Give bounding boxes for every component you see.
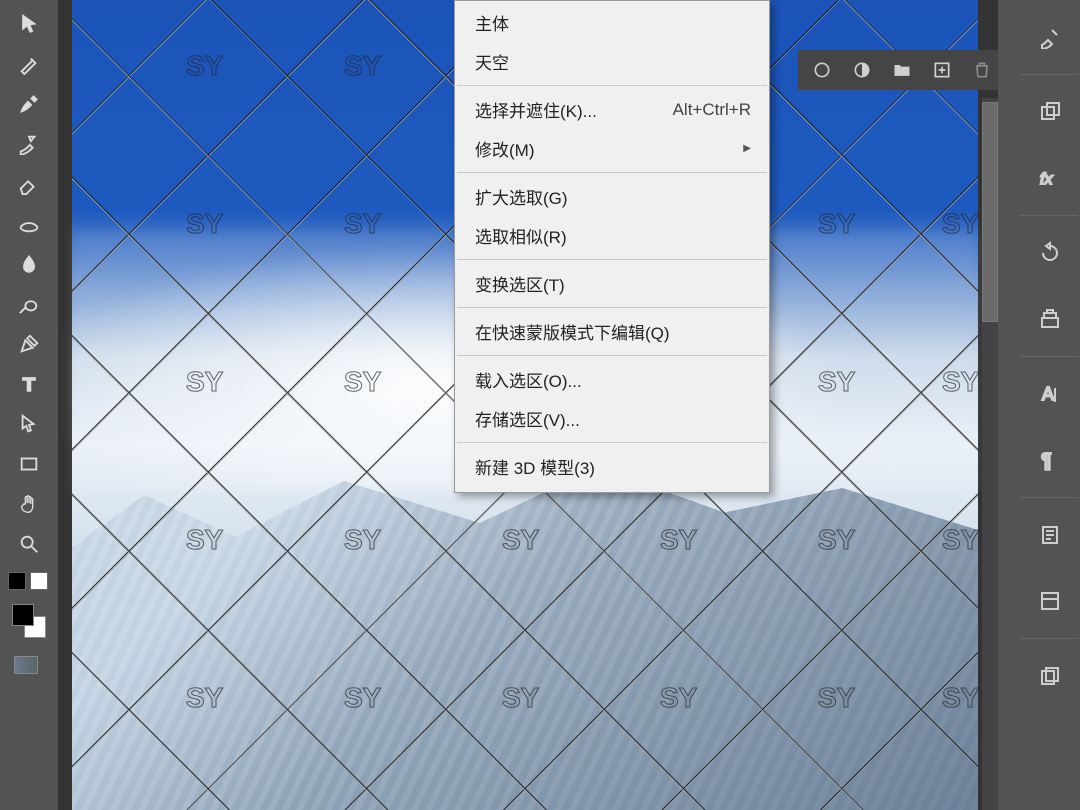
layers-panel-toolbar	[798, 50, 998, 90]
half-circle-icon[interactable]	[852, 60, 872, 80]
menu-grow[interactable]: 扩大选取(G)	[455, 177, 769, 216]
menu-item-shortcut: Alt+Ctrl+R	[673, 100, 751, 120]
menu-item-label: 选取相似(R)	[475, 223, 567, 248]
menu-item-label: 修改(M)	[475, 136, 534, 161]
properties-icon[interactable]	[1028, 580, 1072, 622]
pen-tool[interactable]	[8, 325, 50, 363]
new-layer-icon[interactable]	[932, 60, 952, 80]
watermark-text: SY	[502, 524, 539, 556]
fx-icon[interactable]: fx	[1028, 157, 1072, 199]
watermark-text: SY	[818, 682, 855, 714]
svg-text:A: A	[1042, 384, 1054, 404]
watermark-text: SY	[186, 682, 223, 714]
menu-similar[interactable]: 选取相似(R)	[455, 216, 769, 255]
brush-tool[interactable]	[8, 85, 50, 123]
history-brush-tool[interactable]	[8, 125, 50, 163]
menu-load-selection[interactable]: 载入选区(O)...	[455, 360, 769, 399]
menu-item-label: 在快速蒙版模式下编辑(Q)	[475, 319, 670, 344]
svg-text:¶: ¶	[1041, 450, 1052, 472]
paragraph-icon[interactable]: ¶	[1028, 439, 1072, 481]
menu-item-label: 新建 3D 模型(3)	[475, 454, 595, 479]
watermark-text: SY	[660, 682, 697, 714]
menu-item-label: 天空	[475, 49, 509, 74]
watermark-text: SY	[186, 208, 223, 240]
watermark-text: SY	[818, 524, 855, 556]
swatch-toggle[interactable]	[8, 572, 58, 590]
healing-brush-tool[interactable]	[8, 45, 50, 83]
foreground-background-colors[interactable]	[12, 604, 52, 644]
menu-item-label: 扩大选取(G)	[475, 184, 568, 209]
menu-transform-selection[interactable]: 变换选区(T)	[455, 264, 769, 303]
zoom-tool[interactable]	[8, 525, 50, 563]
move-tool[interactable]	[8, 5, 50, 43]
svg-text:fx: fx	[1040, 171, 1053, 188]
notes-icon[interactable]	[1028, 514, 1072, 556]
watermark-text: SY	[344, 366, 381, 398]
left-toolbar	[0, 0, 58, 810]
eraser-tool[interactable]	[8, 165, 50, 203]
watermark-text: SY	[186, 524, 223, 556]
watermark-text: SY	[818, 208, 855, 240]
gradient-tool[interactable]	[8, 205, 50, 243]
path-selection-tool[interactable]	[8, 405, 50, 443]
character-icon[interactable]: A	[1028, 373, 1072, 415]
menu-select-and-mask[interactable]: 选择并遮住(K)... Alt+Ctrl+R	[455, 90, 769, 129]
vertical-scrollbar[interactable]	[982, 98, 998, 810]
watermark-text: SY	[344, 208, 381, 240]
dodge-tool[interactable]	[8, 285, 50, 323]
watermark-text: SY	[186, 366, 223, 398]
menu-separator	[457, 259, 767, 260]
type-tool[interactable]	[8, 365, 50, 403]
foreground-color[interactable]	[12, 604, 34, 626]
menu-item-label: 主体	[475, 10, 509, 35]
watermark-text: SY	[344, 682, 381, 714]
menu-subject[interactable]: 主体	[455, 3, 769, 42]
circle-icon[interactable]	[812, 60, 832, 80]
blur-tool[interactable]	[8, 245, 50, 283]
trash-icon[interactable]	[972, 60, 992, 80]
watermark-text: SY	[344, 524, 381, 556]
clone-panel-icon[interactable]	[1028, 91, 1072, 133]
scrollbar-thumb[interactable]	[982, 102, 998, 322]
menu-item-label: 载入选区(O)...	[475, 367, 582, 392]
actions-icon[interactable]	[1028, 298, 1072, 340]
watermark-text: SY	[502, 682, 539, 714]
menu-item-label: 变换选区(T)	[475, 271, 565, 296]
watermark-text: SY	[942, 366, 979, 398]
menu-item-label: 选择并遮住(K)...	[475, 97, 597, 122]
rectangle-tool[interactable]	[8, 445, 50, 483]
right-toolbar: fx A ¶	[1020, 0, 1080, 810]
history-icon[interactable]	[1028, 232, 1072, 274]
selection-context-menu: 主体 天空 选择并遮住(K)... Alt+Ctrl+R 修改(M) 扩大选取(…	[454, 0, 770, 493]
menu-separator	[457, 172, 767, 173]
menu-separator	[457, 85, 767, 86]
watermark-text: SY	[942, 208, 979, 240]
quick-mask-mode[interactable]	[14, 656, 38, 674]
menu-item-label: 存储选区(V)...	[475, 406, 580, 431]
watermark-text: SY	[344, 50, 381, 82]
watermark-text: SY	[942, 682, 979, 714]
menu-separator	[457, 307, 767, 308]
watermark-text: SY	[186, 50, 223, 82]
menu-separator	[457, 442, 767, 443]
menu-modify[interactable]: 修改(M)	[455, 129, 769, 168]
hand-tool[interactable]	[8, 485, 50, 523]
brush-panel-icon[interactable]	[1028, 16, 1072, 58]
menu-separator	[457, 355, 767, 356]
menu-sky[interactable]: 天空	[455, 42, 769, 81]
files-icon[interactable]	[1028, 655, 1072, 697]
watermark-text: SY	[660, 524, 697, 556]
watermark-text: SY	[942, 524, 979, 556]
folder-icon[interactable]	[892, 60, 912, 80]
menu-quickmask[interactable]: 在快速蒙版模式下编辑(Q)	[455, 312, 769, 351]
menu-save-selection[interactable]: 存储选区(V)...	[455, 399, 769, 438]
menu-new-3d[interactable]: 新建 3D 模型(3)	[455, 447, 769, 486]
watermark-text: SY	[818, 366, 855, 398]
